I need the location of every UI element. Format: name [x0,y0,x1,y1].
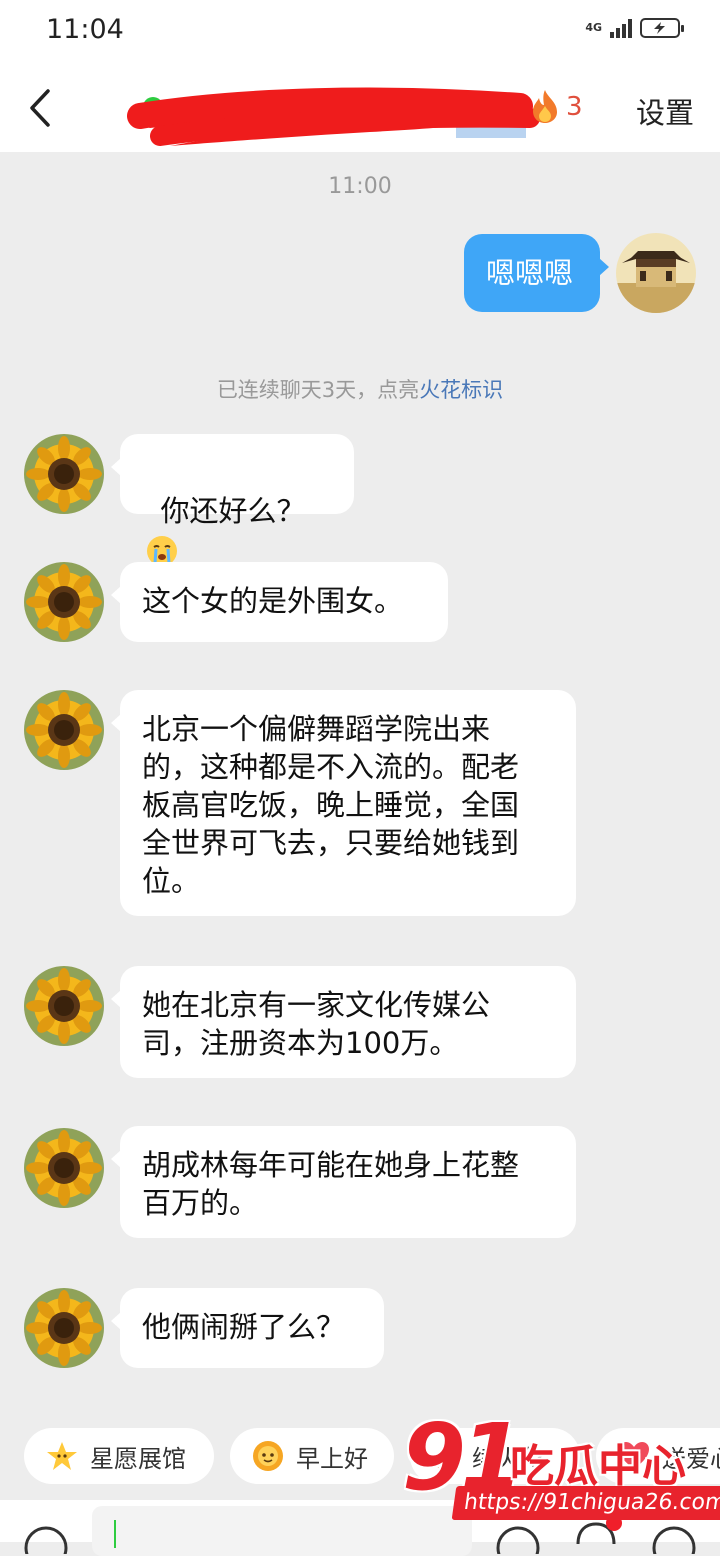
chat-header: 田 3 设置 [0,66,720,152]
message-bubble[interactable]: 她在北京有一家文化传媒公 司，注册资本为100万。 [111,966,576,1078]
system-tip: 已连续聊天3天，点亮火花标识 [0,374,720,404]
quick-reply-chip[interactable]: 早上好 [230,1428,394,1484]
message-bubble[interactable]: 他俩闹掰了么？ [111,1288,384,1368]
status-bar: 11:04 4G [0,0,720,66]
quick-reply-label: 早上好 [296,1444,368,1473]
watermark-brand: 吃瓜中心 [510,1441,686,1492]
back-arrow-icon[interactable] [26,88,56,128]
quick-reply-label: 星愿展馆 [90,1444,186,1473]
settings-button[interactable]: 设置 [636,90,694,132]
my-avatar[interactable] [616,233,696,313]
message-bubble[interactable]: 胡成林每年可能在她身上花整 百万的。 [111,1126,576,1238]
star-face-icon [47,1442,77,1470]
text-cursor [114,1520,116,1548]
network-label: 4G [585,21,602,34]
battery-icon [640,18,684,38]
add-icon[interactable] [650,1524,698,1554]
contact-avatar[interactable] [24,1288,104,1368]
site-watermark: 91 吃瓜中心 https://91chigua26.com [400,1408,720,1528]
message-bubble[interactable]: 你还好么？ [111,434,354,566]
watermark-url: https://91chigua26.com [451,1486,720,1520]
emoji-icon[interactable] [494,1524,542,1554]
message-text: 你还好么？ [160,494,306,528]
streak-count: 3 [566,92,583,122]
sun-face-icon [253,1441,283,1471]
message-timestamp: 11:00 [328,174,392,199]
redaction-scribble [127,87,544,146]
contact-avatar[interactable] [24,690,104,770]
system-tip-text: 已连续聊天3天，点亮 [216,378,420,402]
flame-icon [533,90,557,123]
contact-avatar[interactable] [24,966,104,1046]
my-message-bubble[interactable]: 嗯嗯嗯 [464,234,609,312]
status-time: 11:04 [46,14,124,45]
message-bubble[interactable]: 这个女的是外围女。 [111,562,448,642]
contact-avatar[interactable] [24,1128,104,1208]
contact-avatar[interactable] [24,562,104,642]
voice-icon[interactable] [22,1524,70,1554]
quick-reply-chip[interactable]: 星愿展馆 [24,1428,214,1484]
message-bubble[interactable]: 北京一个偏僻舞蹈学院出来 的，这种都是不入流的。配老 板高官吃饭，晚上睡觉，全国… [111,690,576,916]
status-icons: 4G [585,18,684,38]
signal-icon [610,18,632,38]
contact-avatar[interactable] [24,434,104,514]
spark-badge-link[interactable]: 火花标识 [419,378,503,402]
